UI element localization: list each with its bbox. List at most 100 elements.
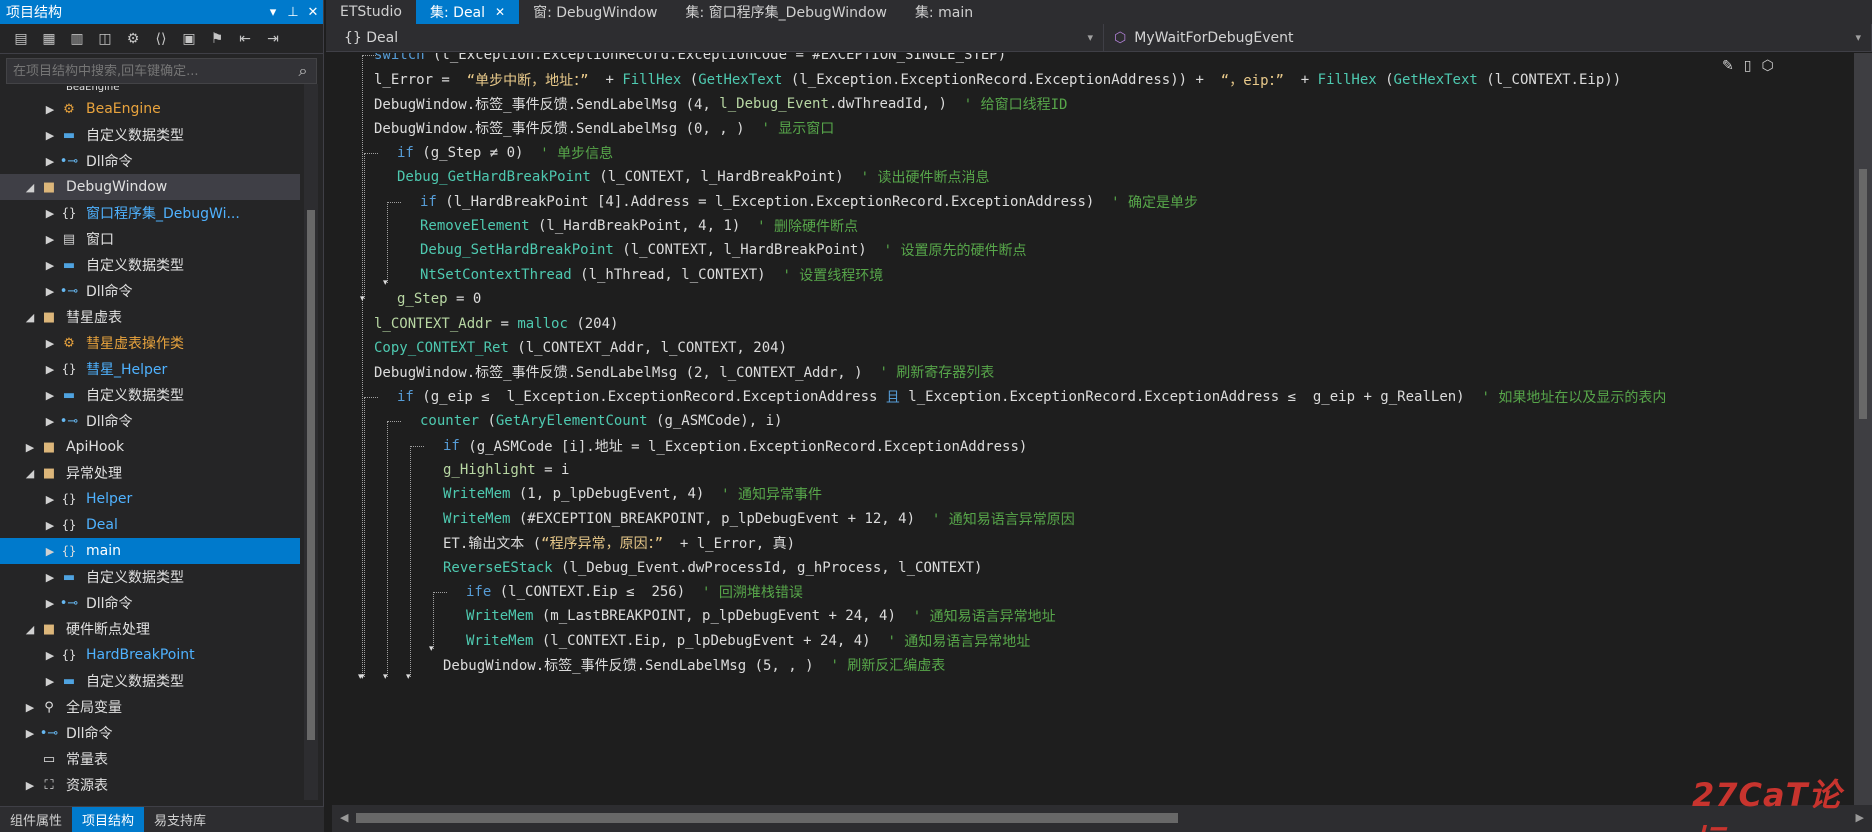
collapsed-arrow-icon[interactable]: ▶ — [42, 649, 58, 662]
code-line[interactable]: WriteMem (#EXCEPTION_BREAKPOINT, p_lpDeb… — [443, 507, 1075, 531]
collapsed-arrow-icon[interactable]: ▶ — [42, 571, 58, 584]
expanded-arrow-icon[interactable]: ◢ — [22, 311, 38, 324]
tree-item[interactable]: ◢ ■ DebugWindow — [0, 174, 300, 200]
collapsed-arrow-icon[interactable]: ▶ — [22, 779, 38, 792]
tree-item[interactable]: ◢ ■ 硬件断点处理 — [0, 616, 300, 642]
tree-item[interactable]: ▶ ▬ 自定义数据类型 — [0, 252, 300, 278]
collapsed-arrow-icon[interactable]: ▶ — [42, 389, 58, 402]
code-line[interactable]: DebugWindow.标签_事件反馈.SendLabelMsg (0, , )… — [374, 116, 834, 140]
collapsed-arrow-icon[interactable]: ▶ — [22, 441, 38, 454]
add-const-icon[interactable]: ⟨⟩ — [150, 28, 172, 50]
editor-vertical-scrollbar[interactable] — [1854, 53, 1872, 805]
tree-item[interactable]: ▶ ⛶ 资源表 — [0, 772, 300, 798]
method-dropdown[interactable]: ⬡ MyWaitForDebugEvent ▾ — [1104, 24, 1872, 51]
code-line[interactable]: Debug_SetHardBreakPoint (l_CONTEXT, l_Ha… — [420, 238, 1026, 262]
tree-item[interactable]: ◢ ■ 彗星虚表 — [0, 304, 300, 330]
tree-item[interactable]: ▶ ▬ 自定义数据类型 — [0, 382, 300, 408]
tree-item[interactable]: ▶{} main — [0, 538, 300, 564]
tab-window-assembly[interactable]: 集: 窗口程序集_DebugWindow — [672, 0, 901, 24]
tab-etstudio[interactable]: ETStudio — [326, 0, 416, 24]
cube-icon[interactable]: ⬡ — [1761, 58, 1773, 74]
tab-component-properties[interactable]: 组件属性 — [0, 807, 72, 832]
tab-support-library[interactable]: 易支持库 — [144, 807, 216, 832]
search-icon[interactable]: ⌕ — [290, 61, 316, 81]
code-line[interactable]: l_CONTEXT_Addr = malloc (204) — [374, 311, 618, 335]
code-line[interactable]: ET.输出文本 (“程序异常，原因：” + l_Error, 真) — [443, 531, 795, 555]
panel-menu-icon[interactable]: ▾ — [263, 5, 283, 20]
collapsed-arrow-icon[interactable]: ▶ — [42, 337, 58, 350]
tree-item[interactable]: ▶ ▬ 自定义数据类型 — [0, 668, 300, 694]
code-line[interactable]: counter (GetAryElementCount (g_ASMCode),… — [420, 409, 782, 433]
collapsed-arrow-icon[interactable]: ▶ — [22, 701, 38, 714]
tree-item[interactable]: ▶ •⊸ Dll命令 — [0, 590, 300, 616]
tab-deal[interactable]: 集: Deal ✕ — [416, 0, 520, 24]
tree-item[interactable]: ▶ ▤ 窗口 — [0, 226, 300, 252]
code-line[interactable]: DebugWindow.标签_事件反馈.SendLabelMsg (5, , )… — [443, 653, 945, 677]
code-line[interactable]: DebugWindow.标签_事件反馈.SendLabelMsg (2, l_C… — [374, 360, 994, 384]
code-line[interactable]: RemoveElement (l_HardBreakPoint, 4, 1) '… — [420, 214, 858, 238]
code-line[interactable]: ife (l_CONTEXT.Eip ≤ 256) ' 回溯堆栈错误 — [466, 580, 803, 604]
tree-item[interactable]: ▶{} 窗口程序集_DebugWi... — [0, 200, 300, 226]
collapsed-arrow-icon[interactable]: ▶ — [42, 259, 58, 272]
scrollbar-thumb[interactable] — [356, 813, 1178, 823]
collapsed-arrow-icon[interactable]: ▶ — [22, 727, 38, 740]
scroll-left-icon[interactable]: ◀ — [340, 811, 348, 824]
tab-main[interactable]: 集: main — [901, 0, 987, 24]
code-line[interactable]: if (l_HardBreakPoint [4].Address = l_Exc… — [420, 189, 1198, 213]
add-resource-icon[interactable]: ▣ — [178, 28, 200, 50]
expanded-arrow-icon[interactable]: ◢ — [22, 181, 38, 194]
code-line[interactable]: g_Step = 0 — [397, 287, 481, 311]
pin-icon[interactable]: ⊥ — [283, 5, 303, 20]
add-module-icon[interactable]: ▤ — [10, 28, 32, 50]
tree-item[interactable]: ▶ ■ ApiHook — [0, 434, 300, 460]
sort-icon[interactable]: ⚑ — [206, 28, 228, 50]
tree-scrollbar[interactable] — [304, 84, 318, 800]
collapsed-arrow-icon[interactable]: ▶ — [42, 519, 58, 532]
code-line[interactable]: Copy_CONTEXT_Ret (l_CONTEXT_Addr, l_CONT… — [374, 336, 787, 360]
format-icon[interactable]: ✎ — [1722, 58, 1734, 74]
code-line[interactable]: if (g_ASMCode [i].地址 = l_Exception.Excep… — [443, 433, 1027, 457]
collapsed-arrow-icon[interactable]: ▶ — [42, 155, 58, 168]
tree-item[interactable]: ▶ •⊸ Dll命令 — [0, 278, 300, 304]
tree-item[interactable]: ▶ ⚙ 彗星虚表操作类 — [0, 330, 300, 356]
code-editor[interactable]: switch (l_Exception.ExceptionRecord.Exce… — [332, 53, 1854, 805]
scrollbar-thumb[interactable] — [1859, 169, 1867, 419]
code-line[interactable]: l_Error = “单步中断，地址：” + FillHex (GetHexTe… — [374, 67, 1621, 91]
scrollbar-thumb[interactable] — [307, 210, 315, 740]
tab-project-structure[interactable]: 项目结构 — [72, 807, 145, 832]
code-line[interactable]: WriteMem (l_CONTEXT.Eip, p_lpDebugEvent … — [466, 629, 1030, 653]
code-line[interactable]: if (g_Step ≠ 0) ' 单步信息 — [397, 141, 613, 165]
expanded-arrow-icon[interactable]: ◢ — [22, 623, 38, 636]
collapsed-arrow-icon[interactable]: ▶ — [42, 545, 58, 558]
collapse-icon[interactable]: ⇤ — [234, 28, 256, 50]
code-line[interactable]: switch (l_Exception.ExceptionRecord.Exce… — [374, 53, 1006, 67]
tree-item[interactable]: ▶ ⚙ BeaEngine — [0, 96, 300, 122]
code-line[interactable]: NtSetContextThread (l_hThread, l_CONTEXT… — [420, 263, 883, 287]
add-dll-icon[interactable]: ◫ — [94, 28, 116, 50]
collapsed-arrow-icon[interactable]: ▶ — [42, 597, 58, 610]
tree-item[interactable]: ▶{} HardBreakPoint — [0, 642, 300, 668]
code-line[interactable]: if (g_eip ≤ l_Exception.ExceptionRecord.… — [397, 385, 1666, 409]
code-line[interactable]: g_Highlight = i — [443, 458, 569, 482]
collapsed-arrow-icon[interactable]: ▶ — [42, 285, 58, 298]
tree-item[interactable]: ▶ •⊸ Dll命令 — [0, 720, 300, 746]
editor-horizontal-scrollbar[interactable]: ◀ ▶ — [332, 805, 1872, 832]
tree-item[interactable]: ▭ 常量表 — [0, 746, 300, 772]
tree-item[interactable]: BeaEngine — [0, 84, 300, 96]
close-tab-icon[interactable]: ✕ — [495, 5, 505, 19]
collapsed-arrow-icon[interactable]: ▶ — [42, 493, 58, 506]
tree-item[interactable]: ▶ ⚲ 全局变量 — [0, 694, 300, 720]
document-icon[interactable]: ▯ — [1744, 58, 1752, 74]
collapsed-arrow-icon[interactable]: ▶ — [42, 233, 58, 246]
add-global-icon[interactable]: ▥ — [66, 28, 88, 50]
tree-item[interactable]: ▶{} 彗星_Helper — [0, 356, 300, 382]
tree-item[interactable]: ▶ ▬ 自定义数据类型 — [0, 122, 300, 148]
collapsed-arrow-icon[interactable]: ▶ — [42, 129, 58, 142]
add-type-icon[interactable]: ⚙ — [122, 28, 144, 50]
collapsed-arrow-icon[interactable]: ▶ — [42, 415, 58, 428]
tree-item[interactable]: ▶{} Helper — [0, 486, 300, 512]
code-line[interactable]: WriteMem (m_LastBREAKPOINT, p_lpDebugEve… — [466, 604, 1056, 628]
tree-item[interactable]: ▶ ▬ 自定义数据类型 — [0, 564, 300, 590]
collapsed-arrow-icon[interactable]: ▶ — [42, 103, 58, 116]
code-line[interactable]: Debug_GetHardBreakPoint (l_CONTEXT, l_Ha… — [397, 165, 989, 189]
